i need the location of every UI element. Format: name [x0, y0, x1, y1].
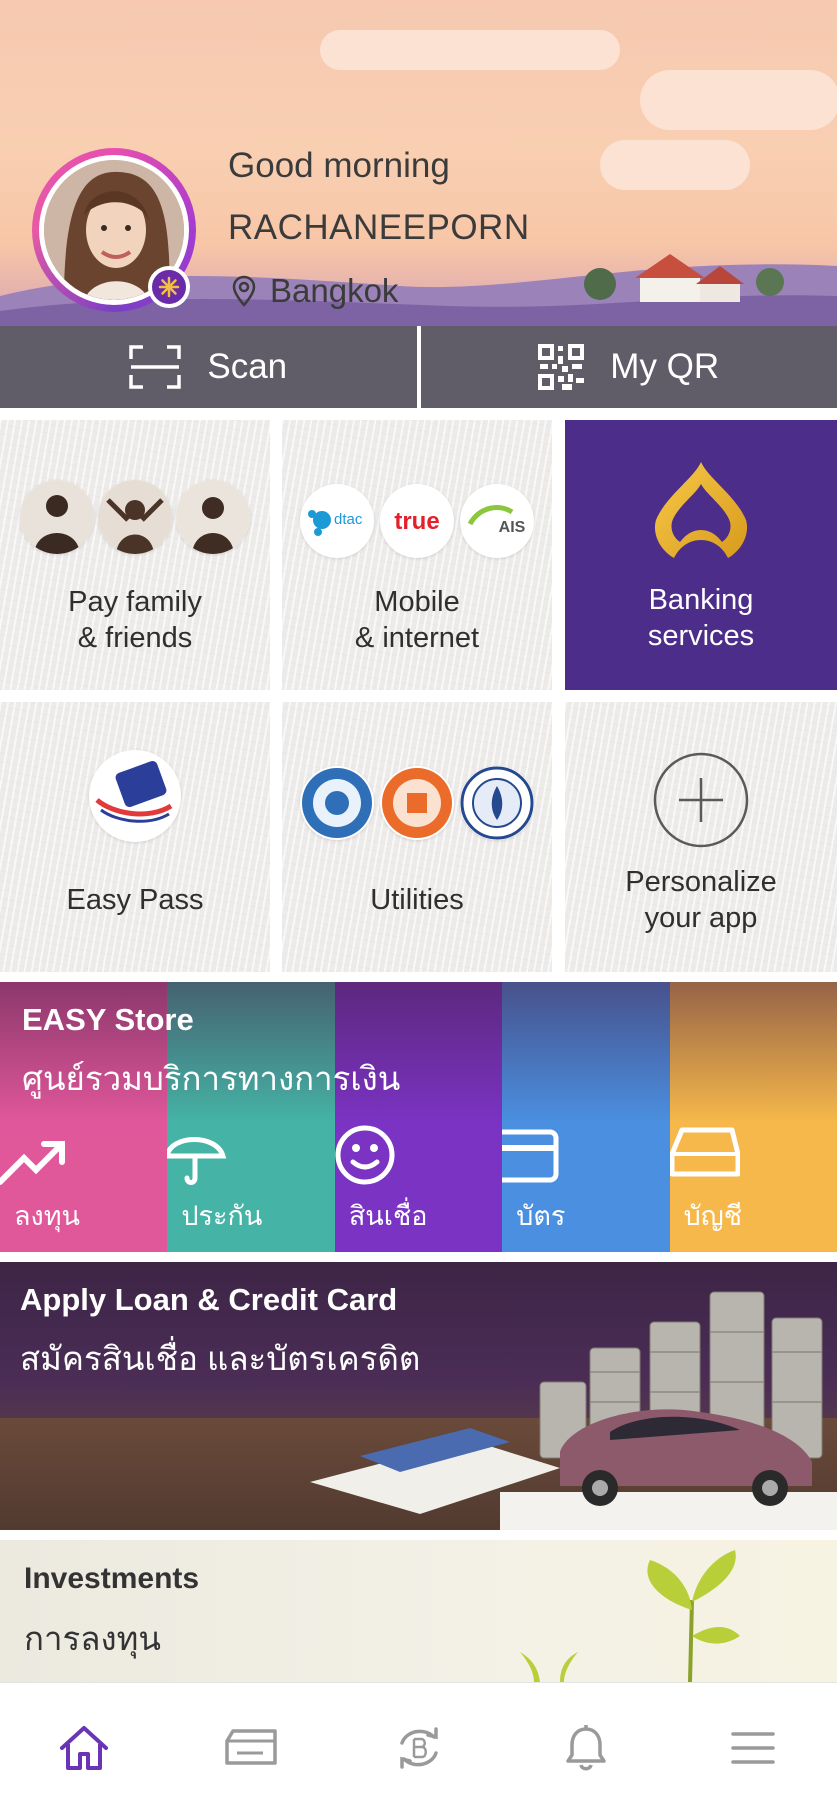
true-logo-text: true	[394, 508, 439, 535]
tile-personalize-app[interactable]: Personalize your app	[565, 702, 837, 972]
smile-icon	[335, 1125, 395, 1185]
nav-accounts[interactable]	[167, 1683, 334, 1812]
water-authority-seal-icon	[300, 766, 374, 840]
investments-subtitle: การลงทุน	[24, 1620, 161, 1657]
store-category-label: บัญชี	[683, 1201, 743, 1231]
map-pin-icon	[232, 275, 256, 307]
quick-action-bar: Scan My QR	[0, 326, 837, 408]
ais-logo-text: AIS	[499, 519, 526, 536]
people-photos-icon	[98, 480, 172, 554]
tile-label-line2: & internet	[354, 622, 480, 654]
dtac-logo-text: dtac	[334, 511, 363, 528]
loan-banner-title: Apply Loan & Credit Card	[20, 1282, 398, 1317]
my-qr-label: My QR	[610, 347, 720, 386]
easy-store-title: EASY Store	[22, 1002, 194, 1037]
my-qr-button[interactable]: My QR	[421, 326, 837, 408]
store-category-loan[interactable]: สินเชื่อ	[334, 982, 503, 1252]
tile-label-line1: Mobile	[374, 586, 460, 618]
store-category-label: สินเชื่อ	[348, 1201, 428, 1231]
store-category-label: บัตร	[516, 1201, 566, 1231]
sparkle-badge-icon	[148, 266, 190, 308]
cloud-decoration	[320, 30, 620, 70]
store-category-card[interactable]: บัตร	[502, 982, 670, 1252]
umbrella-icon	[167, 1137, 227, 1185]
tile-label-line1: Easy Pass	[66, 884, 204, 916]
people-photos-icon	[176, 480, 250, 554]
tile-label-line1: Utilities	[370, 884, 464, 916]
people-photos-icon	[20, 480, 94, 554]
nav-menu[interactable]	[670, 1683, 837, 1812]
scan-frame-icon	[129, 345, 182, 389]
nav-home[interactable]	[0, 1683, 167, 1812]
trend-up-icon	[0, 1141, 65, 1185]
tile-label-line1: Banking	[648, 584, 754, 616]
store-category-label: ประกัน	[181, 1201, 263, 1231]
card-icon	[502, 1129, 559, 1183]
cloud-decoration	[600, 140, 750, 190]
tile-banking-services[interactable]: Banking services	[565, 420, 837, 690]
scb-logo-icon	[654, 462, 748, 558]
tile-label-line2: & friends	[77, 622, 193, 654]
easy-pass-logo-icon	[89, 750, 181, 842]
electricity-authority-seal-icon	[380, 766, 454, 840]
ais-logo-icon: AIS	[460, 484, 534, 558]
tile-label-line2: your app	[644, 902, 758, 934]
plus-circle-icon	[653, 752, 749, 848]
loan-banner-subtitle: สมัครสินเชื่อ และบัตรเครดิต	[20, 1340, 421, 1377]
waterworks-seal-icon	[460, 766, 534, 840]
cloud-decoration	[640, 70, 837, 130]
qr-code-icon	[538, 344, 585, 390]
nav-notifications[interactable]	[502, 1683, 669, 1812]
scan-label: Scan	[207, 347, 288, 386]
investments-title: Investments	[24, 1562, 200, 1595]
store-category-label: ลงทุน	[14, 1201, 80, 1231]
home-icon	[59, 1725, 108, 1770]
tile-mobile-internet[interactable]: dtac true AIS Mobile & internet	[282, 420, 552, 690]
hamburger-menu-icon	[731, 1731, 776, 1764]
utility-seals-icon	[282, 766, 552, 840]
passbook-icon	[669, 1127, 740, 1177]
bottom-nav-bar	[0, 1682, 837, 1812]
nav-transfer[interactable]	[335, 1683, 502, 1812]
tile-utilities[interactable]: Utilities	[282, 702, 552, 972]
location-row: Bangkok	[232, 272, 398, 310]
location-text: Bangkok	[270, 272, 399, 309]
user-name: RACHANEEPORN	[228, 208, 530, 247]
true-logo-icon: true	[380, 484, 454, 558]
greeting-text: Good morning	[228, 146, 450, 185]
store-category-account[interactable]: บัญชี	[669, 982, 837, 1252]
tile-label-line1: Pay family	[68, 586, 202, 618]
dtac-logo-icon: dtac	[300, 484, 374, 558]
wallet-card-icon	[225, 1728, 277, 1765]
baht-transfer-icon	[399, 1726, 438, 1769]
easy-store-subtitle: ศูนย์รวมบริการทางการเงิน	[22, 1060, 401, 1097]
tile-label-line1: Personalize	[625, 866, 777, 898]
bell-icon	[566, 1724, 606, 1770]
tile-easy-pass[interactable]: Easy Pass	[0, 702, 270, 972]
scan-button[interactable]: Scan	[0, 326, 417, 408]
tile-label-line2: services	[647, 620, 755, 652]
tile-pay-family-friends[interactable]: Pay family & friends	[0, 420, 270, 690]
